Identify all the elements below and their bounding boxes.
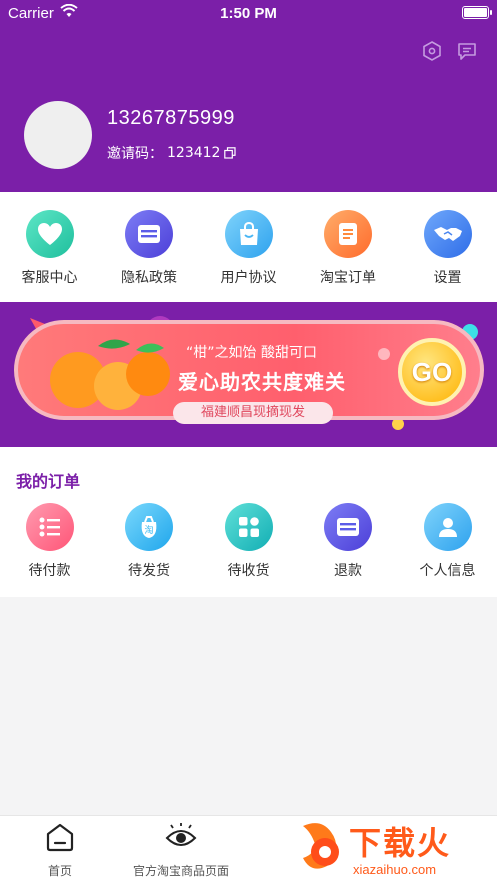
clock: 1:50 PM — [220, 5, 277, 22]
tab-taobao-products[interactable]: 官方淘宝商品页面 — [133, 822, 229, 879]
list-stars-icon — [25, 503, 74, 551]
menu-label: 隐私政策 — [121, 270, 177, 286]
menu-item-settings[interactable]: 设置 — [398, 192, 497, 302]
watermark-url: xiazaihuo.com — [353, 862, 437, 877]
menu-item-taobao-orders[interactable]: 淘宝订单 — [299, 192, 398, 302]
order-item-refund[interactable]: 退款 — [299, 503, 398, 580]
order-label: 个人信息 — [419, 563, 476, 579]
watermark: 下载火 xiazaihuo.com — [291, 818, 491, 880]
my-orders-section: 我的订单 待付款 淘 待发货 待收货 退款 个人信息 — [0, 447, 497, 597]
eye-icon — [165, 822, 197, 856]
invite-code-row[interactable]: 邀请码： 123412 — [107, 143, 237, 163]
menu-item-customer-service[interactable]: 客服中心 — [0, 192, 99, 302]
promo-pill: “柑”之如饴 酸甜可口 爱心助农共度难关 福建顺昌现摘现发 GO — [14, 320, 484, 424]
order-item-personal-info[interactable]: 个人信息 — [398, 503, 497, 580]
home-icon — [45, 822, 75, 856]
order-item-to-ship[interactable]: 淘 待发货 — [100, 503, 199, 580]
order-label: 待付款 — [28, 563, 71, 579]
bag-icon — [224, 210, 273, 258]
menu-label: 淘宝订单 — [320, 270, 376, 286]
order-label: 待收货 — [227, 563, 270, 579]
invite-code: 123412 — [167, 145, 221, 161]
tab-home[interactable]: 首页 — [45, 822, 75, 879]
menu-item-privacy[interactable]: 隐私政策 — [100, 192, 199, 302]
heart-icon — [25, 210, 74, 258]
banner-line1: “柑”之如饴 酸甜可口 — [186, 345, 317, 361]
battery-icon — [462, 6, 492, 19]
quick-menu: 客服中心 隐私政策 用户协议 淘宝订单 设置 — [0, 192, 497, 302]
status-bar: Carrier 1:50 PM — [0, 0, 497, 26]
svg-text:淘: 淘 — [144, 524, 153, 536]
handshake-icon — [423, 210, 472, 258]
tab-label: 首页 — [47, 864, 72, 878]
invite-label: 邀请码： — [107, 146, 163, 162]
go-button[interactable]: GO — [398, 338, 466, 406]
order-label: 待发货 — [128, 563, 170, 579]
banner-line2: 爱心助农共度难关 — [178, 370, 346, 394]
menu-label: 客服中心 — [21, 270, 78, 286]
order-label: 退款 — [334, 563, 362, 579]
phone-number: 13267875999 — [107, 107, 235, 129]
copy-icon[interactable] — [224, 147, 237, 159]
banner-line3: 福建顺昌现摘现发 — [173, 402, 333, 424]
message-icon[interactable] — [456, 40, 478, 62]
taobao-bag-icon: 淘 — [125, 503, 173, 551]
menu-label: 用户协议 — [220, 270, 277, 286]
menu-item-user-agreement[interactable]: 用户协议 — [199, 192, 298, 302]
list-icon — [324, 210, 372, 258]
settings-hex-icon[interactable] — [421, 40, 443, 62]
tab-label: 官方淘宝商品页面 — [133, 864, 230, 878]
card-icon — [324, 503, 372, 551]
menu-label: 设置 — [433, 270, 462, 286]
grid-icon — [224, 503, 273, 551]
orders-title: 我的订单 — [16, 472, 81, 491]
watermark-text: 下载火 — [349, 824, 452, 862]
order-item-pending-payment[interactable]: 待付款 — [0, 503, 99, 580]
avatar[interactable] — [24, 101, 92, 169]
order-status-row: 待付款 淘 待发货 待收货 退款 个人信息 — [0, 503, 497, 580]
person-icon — [423, 503, 472, 551]
order-item-to-receive[interactable]: 待收货 — [199, 503, 298, 580]
card-icon — [125, 210, 173, 258]
